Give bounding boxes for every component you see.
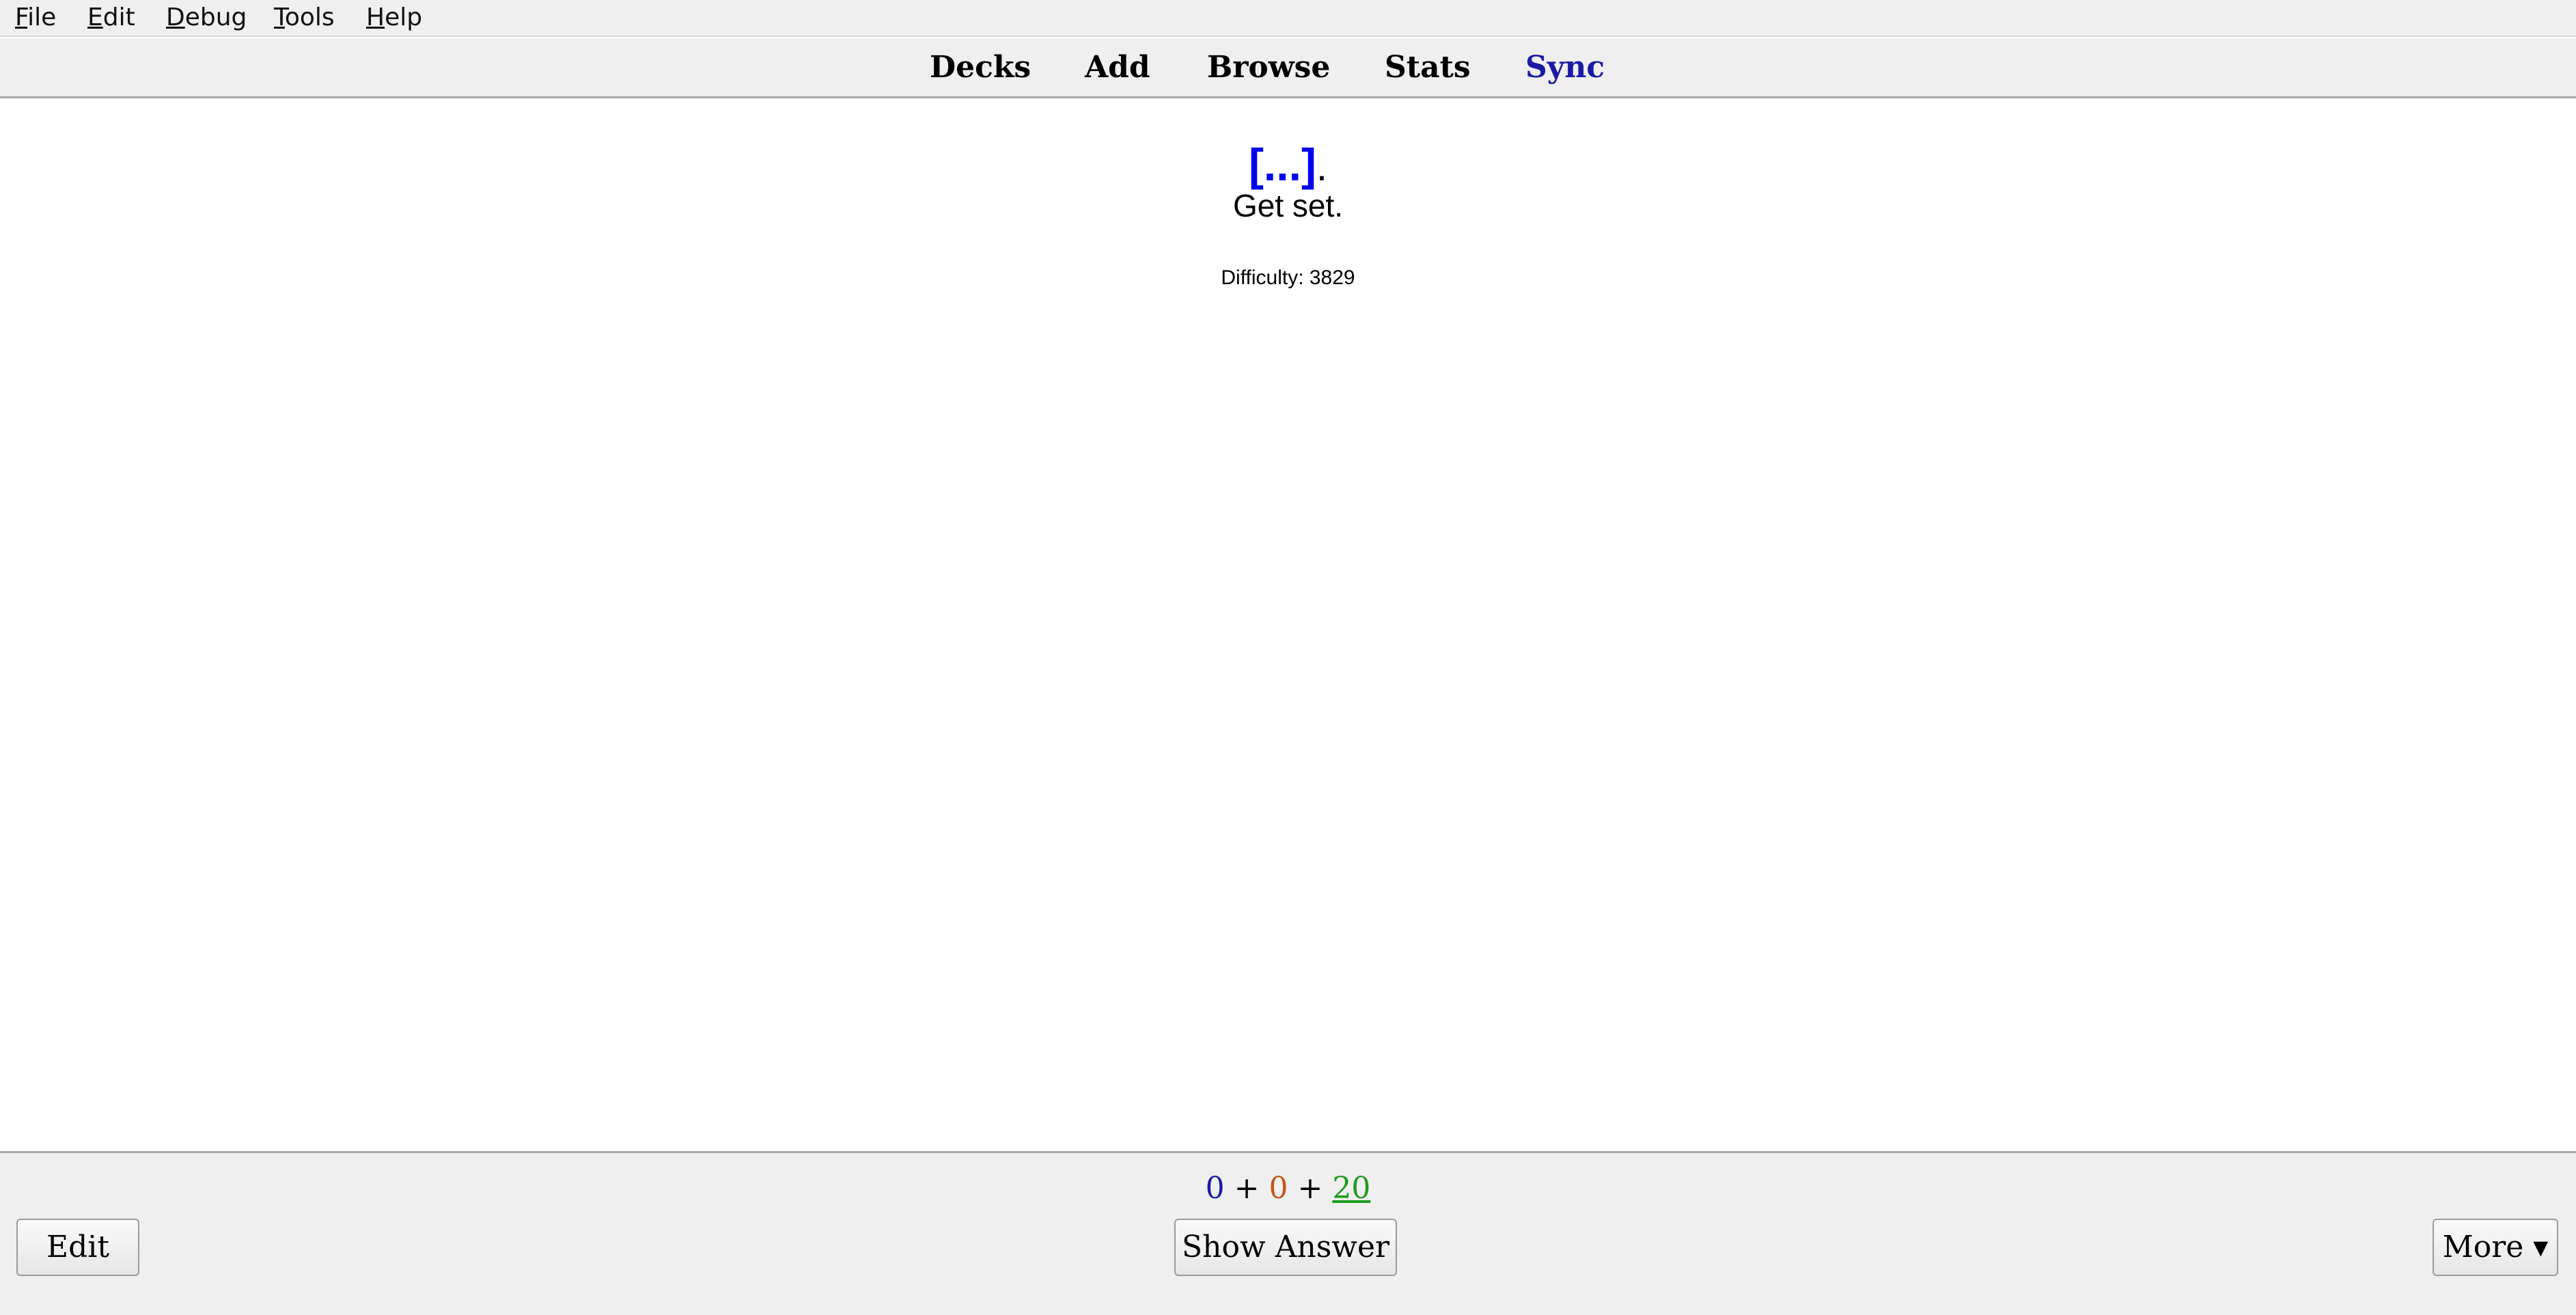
menu-edit-label: dit (102, 3, 135, 31)
show-answer-button[interactable]: Show Answer (1174, 1219, 1397, 1276)
menu-help-accel: H (366, 3, 385, 31)
count-separator: + (1234, 1171, 1260, 1206)
toolbar-browse-link[interactable]: Browse (1207, 38, 1330, 97)
toolbar-stats-link[interactable]: Stats (1385, 38, 1471, 97)
menu-tools-label: ools (284, 3, 335, 31)
menu-file-label: ile (27, 3, 57, 31)
more-button[interactable]: More ▾ (2433, 1219, 2558, 1276)
menu-debug[interactable]: Debug (166, 0, 247, 36)
menu-help-label: elp (385, 3, 423, 31)
menu-bar: File Edit Debug Tools Help (0, 0, 2576, 37)
count-new: 0 (1205, 1171, 1225, 1206)
menu-file-accel: F (15, 3, 28, 31)
toolbar-sync-link[interactable]: Sync (1525, 38, 1605, 97)
menu-help[interactable]: Help (366, 0, 422, 36)
top-toolbar: Decks Add Browse Stats Sync (0, 38, 2576, 98)
count-learning: 0 (1269, 1171, 1288, 1206)
anki-reviewer-window: File Edit Debug Tools Help Decks Add Bro… (0, 0, 2576, 1315)
cloze-deletion: [...] (1248, 139, 1316, 190)
cloze-line: [...]. (0, 137, 2576, 192)
bottom-bar: 0 + 0 + 20 Edit Show Answer More ▾ (0, 1151, 2576, 1315)
card-webview: [...]. Get set. Difficulty: 3829 (0, 100, 2576, 1151)
toolbar-decks-link[interactable]: Decks (930, 38, 1031, 97)
menu-tools[interactable]: Tools (274, 0, 335, 36)
card-front-text: Get set. (1232, 188, 1344, 223)
cloze-suffix: . (1316, 145, 1328, 189)
menu-edit-accel: E (87, 3, 103, 31)
due-counts: 0 + 0 + 20 (0, 1168, 2576, 1209)
count-separator: + (1297, 1171, 1323, 1206)
menu-tools-accel: T (274, 3, 285, 31)
menu-debug-accel: D (166, 3, 185, 31)
menu-debug-label: ebug (184, 3, 247, 31)
menu-edit[interactable]: Edit (87, 0, 135, 36)
count-review: 20 (1332, 1171, 1371, 1206)
card-difficulty: Difficulty: 3829 (1221, 266, 1355, 289)
toolbar-add-link[interactable]: Add (1085, 38, 1150, 97)
menu-file[interactable]: File (15, 0, 56, 36)
edit-button[interactable]: Edit (16, 1219, 139, 1276)
